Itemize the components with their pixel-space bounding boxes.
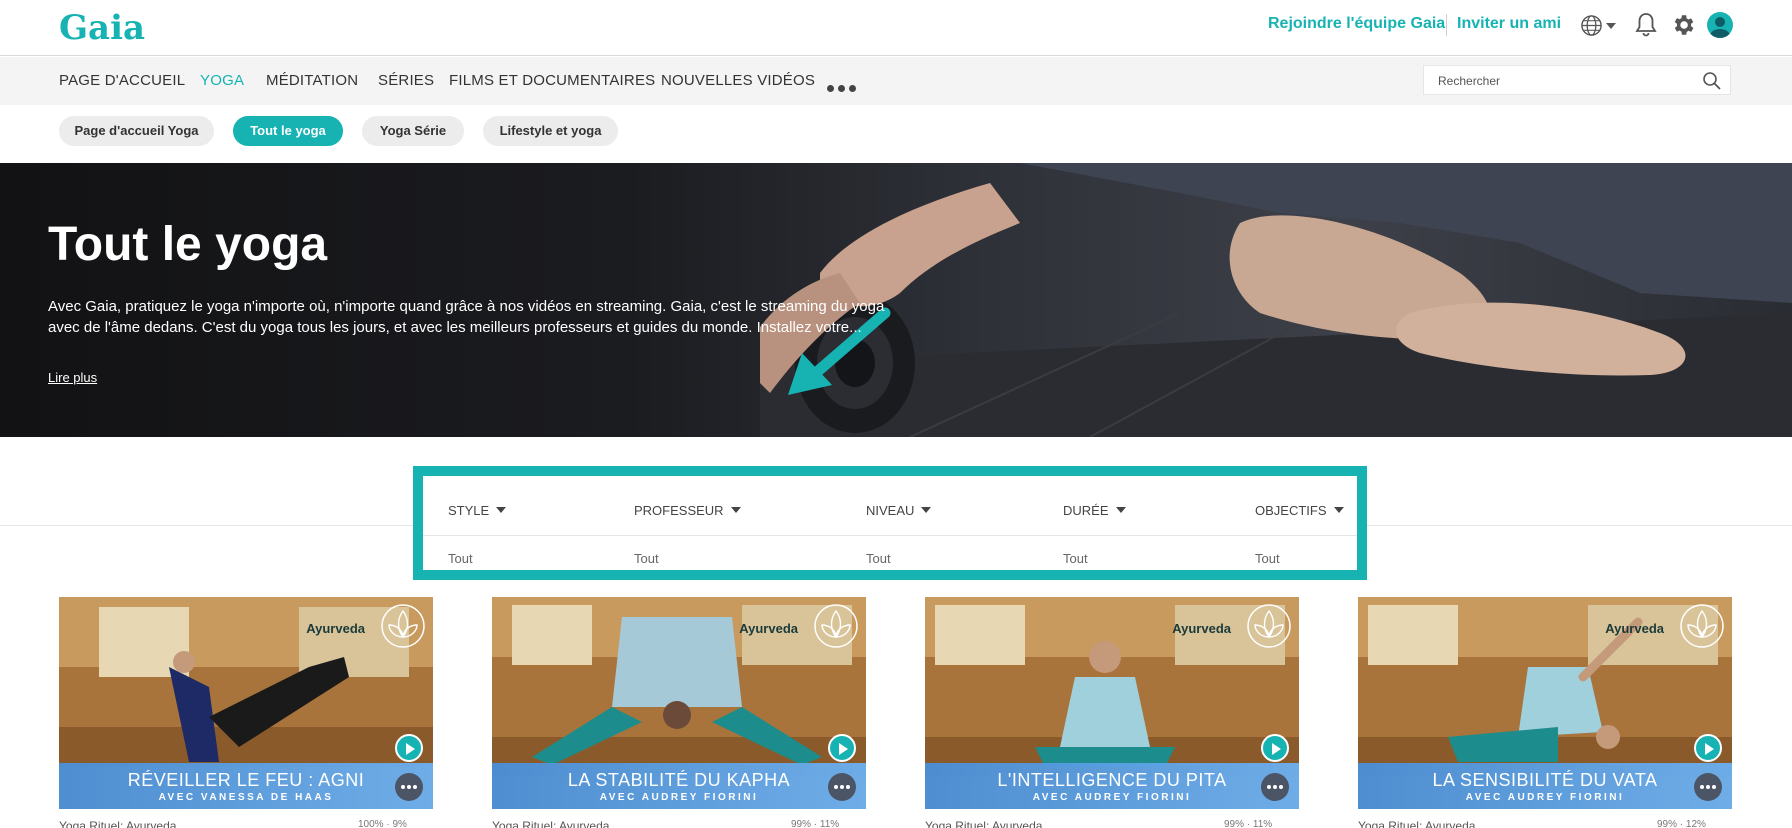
filter-goals-value[interactable]: Tout — [1255, 551, 1280, 566]
filter-style[interactable]: STYLE — [448, 503, 507, 518]
filter-style-label: STYLE — [448, 503, 490, 518]
hero-banner: Tout le yoga Avec Gaia, pratiquez le yog… — [0, 163, 1792, 437]
hero-description: Avec Gaia, pratiquez le yoga n'importe o… — [48, 298, 885, 336]
nav-item-meditation[interactable]: MÉDITATION — [266, 72, 358, 89]
video-subtitle: AVEC AUDREY FIORINI — [1465, 792, 1625, 803]
join-team-link[interactable]: Rejoindre l'équipe Gaia — [1268, 15, 1445, 33]
main-nav: PAGE D'ACCUEIL YOGA MÉDITATION SÉRIES FI… — [0, 57, 1792, 105]
category-tag: Ayurveda — [306, 621, 365, 636]
video-card[interactable]: Ayurveda RÉVEILLER LE FEU : AGNI AVEC VA… — [59, 597, 433, 809]
subnav-pill-lifestyle[interactable]: Lifestyle et yoga — [483, 116, 618, 146]
bell-icon[interactable] — [1634, 12, 1658, 38]
caret-down-icon — [1333, 507, 1344, 513]
video-card[interactable]: Ayurveda LA STABILITÉ DU KAPHA AVEC AUDR… — [492, 597, 866, 809]
play-icon[interactable] — [395, 734, 423, 762]
more-menu-icon[interactable] — [827, 79, 860, 97]
caret-down-icon — [496, 507, 507, 513]
more-options-icon[interactable] — [1694, 773, 1722, 801]
nav-item-home[interactable]: PAGE D'ACCUEIL — [59, 72, 185, 89]
video-title: RÉVEILLER LE FEU : AGNI — [127, 770, 365, 790]
category-tag: Ayurveda — [1172, 621, 1231, 636]
lotus-icon — [1680, 604, 1724, 648]
nav-item-new-videos[interactable]: NOUVELLES VIDÉOS — [661, 72, 815, 89]
video-subtitle: AVEC VANESSA DE HAAS — [158, 792, 334, 803]
category-tag: Ayurveda — [1605, 621, 1664, 636]
filter-duration[interactable]: DURÉE — [1063, 503, 1126, 518]
video-title: LA SENSIBILITÉ DU VATA — [1432, 770, 1658, 790]
lotus-icon — [1247, 604, 1291, 648]
filter-teacher-label: PROFESSEUR — [634, 503, 724, 518]
caret-down-icon — [730, 507, 741, 513]
more-options-icon[interactable] — [395, 773, 423, 801]
page-title: Tout le yoga — [48, 218, 328, 271]
lotus-icon — [814, 604, 858, 648]
filter-duration-label: DURÉE — [1063, 503, 1109, 518]
lotus-icon — [381, 604, 425, 648]
video-series[interactable]: Yoga Rituel: Ayurveda — [492, 819, 609, 828]
video-card[interactable]: Ayurveda L'INTELLIGENCE DU PITA AVEC AUD… — [925, 597, 1299, 809]
video-subtitle: AVEC AUDREY FIORINI — [1032, 792, 1192, 803]
more-options-icon[interactable] — [1261, 773, 1289, 801]
filter-teacher-value[interactable]: Tout — [634, 551, 659, 566]
play-icon[interactable] — [1694, 734, 1722, 762]
header-divider — [1446, 14, 1447, 36]
caret-down-icon — [921, 507, 932, 513]
more-options-icon[interactable] — [828, 773, 856, 801]
filter-level-label: NIVEAU — [866, 503, 915, 518]
video-rating: 99% · 12% — [1657, 819, 1706, 828]
filter-goals[interactable]: OBJECTIFS — [1255, 503, 1344, 518]
nav-item-series[interactable]: SÉRIES — [378, 72, 434, 89]
video-series[interactable]: Yoga Rituel: Ayurveda — [925, 819, 1042, 828]
category-tag: Ayurveda — [739, 621, 798, 636]
play-icon[interactable] — [1261, 734, 1289, 762]
video-rating: 99% · 11% — [1224, 819, 1273, 828]
avatar-body — [1710, 29, 1730, 38]
filter-level[interactable]: NIVEAU — [866, 503, 932, 518]
subnav-pill-yoga-series[interactable]: Yoga Série — [362, 116, 464, 146]
top-header: Gaia Rejoindre l'équipe Gaia Inviter un … — [0, 0, 1792, 56]
search-icon[interactable] — [1702, 71, 1722, 91]
filter-level-value[interactable]: Tout — [866, 551, 891, 566]
search-placeholder: Rechercher — [1438, 74, 1501, 88]
filter-style-value[interactable]: Tout — [448, 551, 473, 566]
nav-item-films[interactable]: FILMS ET DOCUMENTAIRES — [449, 72, 655, 89]
avatar-head — [1715, 17, 1725, 27]
filter-goals-label: OBJECTIFS — [1255, 503, 1327, 518]
subnav-pill-all-yoga[interactable]: Tout le yoga — [233, 116, 343, 146]
search-input[interactable]: Rechercher — [1423, 65, 1731, 95]
video-subtitle: AVEC AUDREY FIORINI — [599, 792, 759, 803]
hero-image — [760, 163, 1792, 437]
read-more-link[interactable]: Lire plus — [48, 370, 97, 385]
globe-icon[interactable] — [1580, 14, 1603, 37]
gear-icon[interactable] — [1670, 12, 1696, 38]
subnav-pill-yoga-home[interactable]: Page d'accueil Yoga — [59, 116, 214, 146]
filter-teacher[interactable]: PROFESSEUR — [634, 503, 741, 518]
avatar[interactable] — [1707, 12, 1733, 38]
video-series[interactable]: Yoga Rituel: Ayurveda — [1358, 819, 1475, 828]
video-series[interactable]: Yoga Rituel: Ayurveda — [59, 819, 176, 828]
video-title: LA STABILITÉ DU KAPHA — [567, 770, 791, 790]
video-rating: 99% · 11% — [791, 819, 840, 828]
nav-item-yoga[interactable]: YOGA — [200, 72, 244, 89]
gaia-logo[interactable]: Gaia — [59, 8, 145, 48]
caret-down-icon — [1115, 507, 1126, 513]
filter-inner-divider — [423, 535, 1357, 536]
invite-friend-link[interactable]: Inviter un ami — [1457, 15, 1561, 33]
chevron-down-icon[interactable] — [1606, 23, 1616, 29]
filter-panel: STYLE PROFESSEUR NIVEAU DURÉE OBJECTIFS … — [413, 466, 1367, 580]
video-rating: 100% · 9% — [358, 819, 407, 828]
play-icon[interactable] — [828, 734, 856, 762]
video-title: L'INTELLIGENCE DU PITA — [997, 770, 1227, 790]
filter-duration-value[interactable]: Tout — [1063, 551, 1088, 566]
video-card[interactable]: Ayurveda LA SENSIBILITÉ DU VATA AVEC AUD… — [1358, 597, 1732, 809]
